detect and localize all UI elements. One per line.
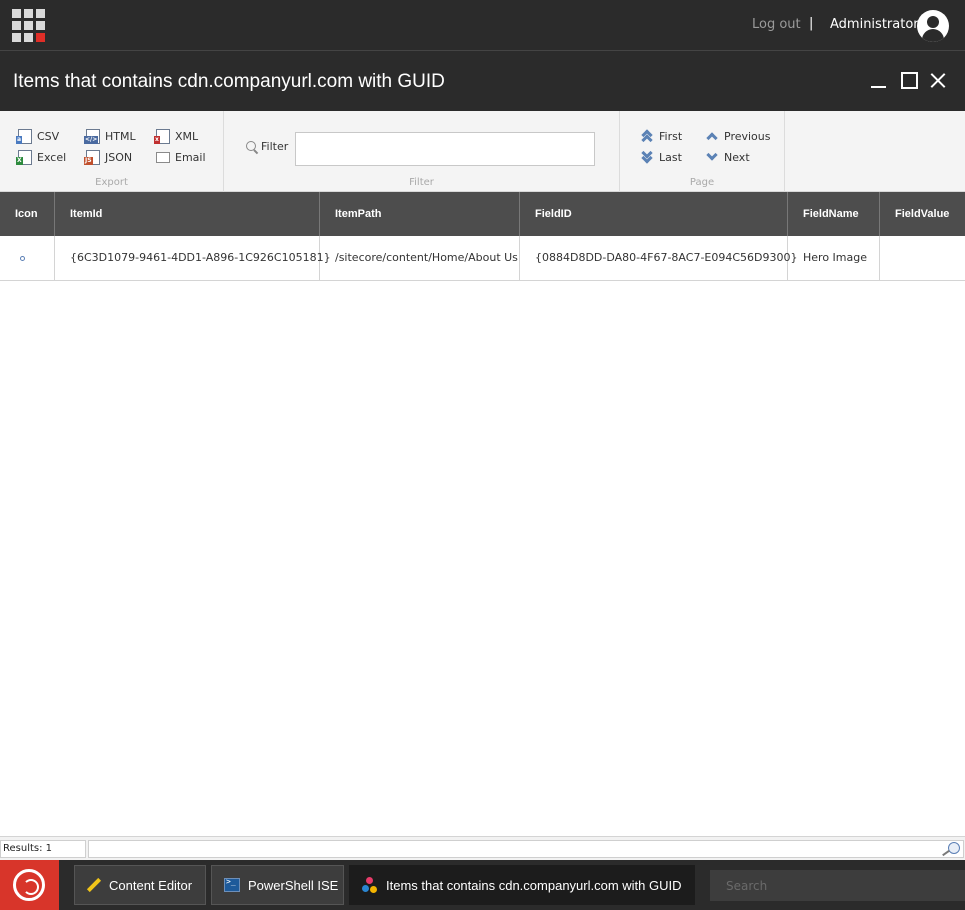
previous-icon [706, 129, 719, 144]
table-row[interactable]: {6C3D1079-9461-4DD1-A896-1C926C105181} /… [0, 236, 965, 281]
taskbar: Content Editor PowerShell ISE Items that… [0, 860, 965, 910]
logout-link[interactable]: Log out [752, 17, 801, 32]
page-group-label: Page [689, 177, 715, 188]
results-count: Results: 1 [0, 840, 86, 858]
pencil-icon [87, 878, 101, 892]
user-name[interactable]: Administrator [830, 17, 919, 32]
grid-header: Icon ItemId ItemPath FieldID FieldName F… [0, 192, 965, 236]
taskbar-search-input[interactable] [710, 870, 965, 901]
top-bar: Log out | Administrator [0, 0, 965, 50]
filter-button[interactable]: Filter [246, 140, 288, 153]
column-header-fieldid[interactable]: FieldID [520, 192, 788, 236]
row-field-value [880, 236, 965, 280]
filter-group: Filter Filter [224, 111, 620, 192]
maximize-button[interactable] [899, 70, 919, 90]
search-icon [246, 140, 258, 153]
window-title-bar: Items that contains cdn.companyurl.com w… [0, 50, 965, 111]
report-app-icon [362, 877, 378, 893]
json-file-icon: JS [84, 149, 100, 165]
export-excel-button[interactable]: X Excel [16, 149, 66, 165]
column-header-itemid[interactable]: ItemId [55, 192, 320, 236]
filter-group-label: Filter [409, 177, 434, 188]
powershell-icon[interactable] [942, 841, 960, 855]
export-csv-button[interactable]: a CSV [16, 128, 59, 144]
user-avatar-icon[interactable] [917, 10, 949, 42]
next-icon [706, 149, 719, 164]
email-icon [156, 151, 170, 163]
minimize-button[interactable] [869, 70, 889, 90]
last-icon [641, 147, 654, 164]
status-message [88, 840, 964, 858]
next-page-button[interactable]: Next [706, 149, 750, 165]
csv-file-icon: a [16, 128, 32, 144]
first-icon [641, 129, 654, 146]
sitecore-logo-icon[interactable] [0, 860, 59, 910]
row-icon-cell [0, 236, 55, 280]
filter-input[interactable] [295, 132, 595, 166]
row-field-id: {0884D8DD-DA80-4F67-8AC7-E094C56D9300} [520, 236, 798, 280]
export-xml-button[interactable]: x XML [154, 128, 198, 144]
export-group: a CSV X Excel </> HTML JS JSON x XML Ema… [0, 111, 224, 192]
app-grid-icon[interactable] [12, 9, 45, 42]
column-header-fieldname[interactable]: FieldName [788, 192, 880, 236]
powershell-ise-icon [224, 877, 240, 892]
column-header-itempath[interactable]: ItemPath [320, 192, 520, 236]
topbar-separator: | [809, 16, 814, 31]
ribbon: a CSV X Excel </> HTML JS JSON x XML Ema… [0, 111, 965, 192]
first-page-button[interactable]: First [641, 128, 682, 146]
column-header-icon[interactable]: Icon [0, 192, 55, 236]
item-icon [20, 255, 25, 261]
status-bar: Results: 1 [0, 836, 965, 860]
export-html-button[interactable]: </> HTML [84, 128, 136, 144]
window-title: Items that contains cdn.companyurl.com w… [13, 71, 445, 92]
row-field-name: Hero Image [788, 236, 880, 280]
close-button[interactable] [928, 70, 948, 90]
last-page-button[interactable]: Last [641, 147, 682, 165]
export-group-label: Export [95, 177, 128, 188]
page-group: First Last Previous Next Page [620, 111, 785, 192]
export-json-button[interactable]: JS JSON [84, 149, 132, 165]
row-item-path: /sitecore/content/Home/About Us [320, 236, 520, 280]
task-content-editor[interactable]: Content Editor [74, 865, 206, 905]
row-item-id: {6C3D1079-9461-4DD1-A896-1C926C105181} [55, 236, 331, 280]
excel-file-icon: X [16, 149, 32, 165]
previous-page-button[interactable]: Previous [706, 128, 771, 144]
xml-file-icon: x [154, 128, 170, 144]
html-file-icon: </> [84, 128, 100, 144]
task-items-report[interactable]: Items that contains cdn.companyurl.com w… [349, 865, 695, 905]
column-header-fieldvalue[interactable]: FieldValue [880, 192, 965, 236]
task-powershell-ise[interactable]: PowerShell ISE [211, 865, 344, 905]
export-email-button[interactable]: Email [156, 149, 206, 165]
